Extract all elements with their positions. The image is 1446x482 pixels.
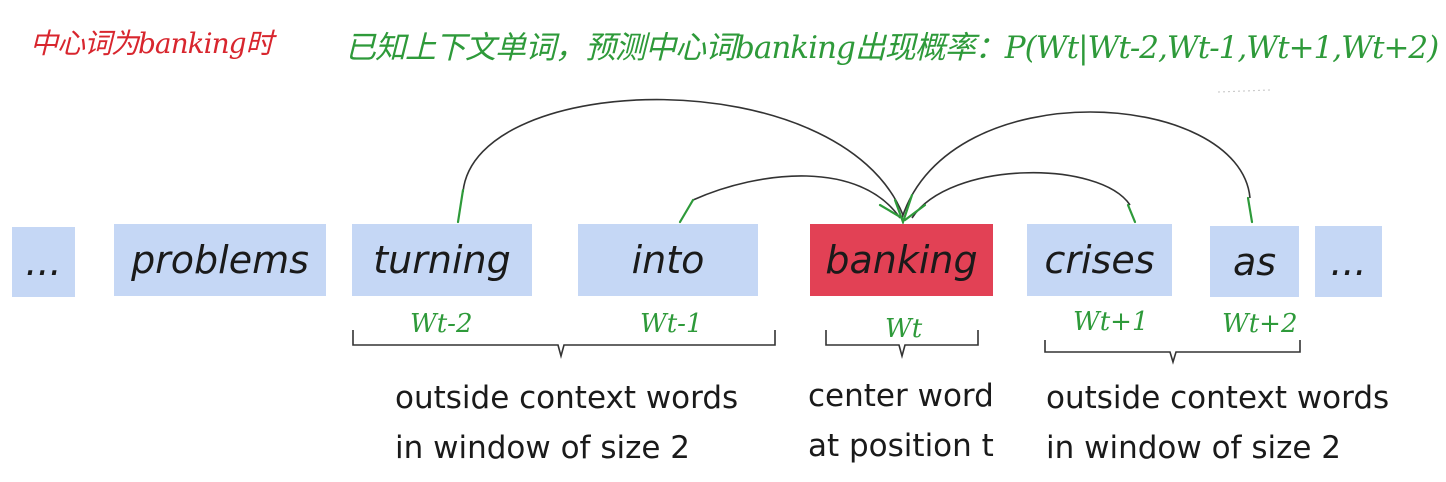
arc-into-to-banking — [692, 175, 901, 219]
stray-mark — [1217, 89, 1271, 93]
word-box-into: into — [578, 224, 758, 296]
caption-center-line2: at position t — [808, 428, 994, 464]
caption-right-line1: outside context words — [1046, 380, 1390, 416]
arc-crises-to-banking — [911, 171, 1131, 219]
label-wt-plus-1: Wt+1 — [1073, 307, 1149, 337]
label-wt: Wt — [885, 314, 923, 344]
label-wt-minus-1: Wt-1 — [640, 309, 703, 339]
word-box-ellipsis-left: ... — [12, 227, 75, 297]
caption-left: outside context words in window of size … — [395, 373, 738, 473]
word-box-as: as — [1210, 226, 1299, 297]
caption-left-line2: in window of size 2 — [395, 430, 690, 466]
word-crises: crises — [1044, 238, 1155, 282]
word-box-crises: crises — [1027, 224, 1172, 296]
caption-center: center word at position t — [808, 371, 994, 471]
word-turning: turning — [373, 238, 511, 282]
left-handwritten-note: 中心词为banking时 — [30, 22, 274, 62]
top-note-text: 已知上下文单词，预测中心词banking出现概率：P(Wt|Wt-2,Wt-1,… — [345, 30, 1439, 66]
caption-right-line2: in window of size 2 — [1046, 430, 1341, 466]
word-ellipsis-left: ... — [25, 240, 62, 284]
arc-as-to-banking — [901, 111, 1251, 219]
brace-right — [1044, 340, 1301, 365]
label-wt-plus-2: Wt+2 — [1222, 309, 1298, 339]
top-handwritten-note: 已知上下文单词，预测中心词banking出现概率：P(Wt|Wt-2,Wt-1,… — [345, 22, 1439, 67]
green-tick-marks — [456, 188, 1254, 226]
caption-right: outside context words in window of size … — [1046, 373, 1389, 473]
label-wt-minus-2: Wt-2 — [410, 309, 473, 339]
word-box-problems: problems — [114, 224, 326, 296]
word-problems: problems — [131, 238, 309, 282]
word-into: into — [631, 238, 705, 282]
word-box-banking: banking — [810, 224, 993, 296]
word-box-ellipsis-right: ... — [1315, 226, 1382, 297]
word-box-turning: turning — [352, 224, 532, 296]
left-note-text: 中心词为banking时 — [30, 27, 274, 60]
word-ellipsis-right: ... — [1330, 239, 1367, 284]
word-banking: banking — [825, 238, 978, 282]
arc-turning-to-banking — [462, 98, 904, 216]
caption-left-line1: outside context words — [395, 380, 739, 416]
braces — [352, 330, 1301, 365]
caption-center-line1: center word — [808, 378, 994, 414]
word-as: as — [1232, 239, 1277, 284]
